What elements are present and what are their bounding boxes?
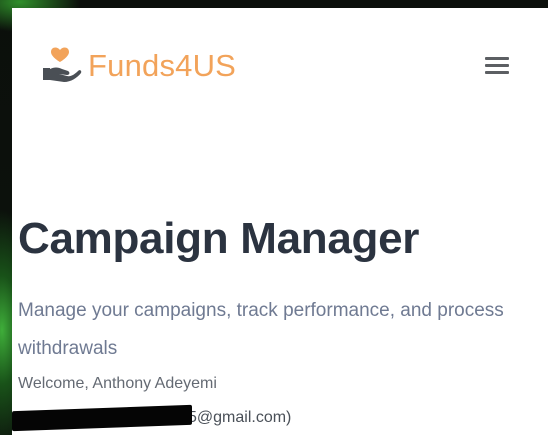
heart-in-hand-icon [43,47,82,82]
browser-viewport: Funds4US Campaign Manager Manage your ca… [12,8,548,435]
page-title: Campaign Manager [18,214,420,263]
user-email: 5@gmail.com) [188,409,292,426]
redacted-block [12,404,192,432]
brand-name: Funds4US [88,48,237,83]
hamburger-menu-icon [485,56,509,60]
brand-logo[interactable]: Funds4US [40,46,236,86]
navbar: Funds4US [12,8,548,120]
welcome-message: Welcome, Anthony Adeyemi [18,375,217,392]
hamburger-menu-button[interactable] [480,50,514,80]
page-subtitle: Manage your campaigns, track performance… [18,300,504,359]
user-email-line: 5@gmail.com) [12,404,292,432]
